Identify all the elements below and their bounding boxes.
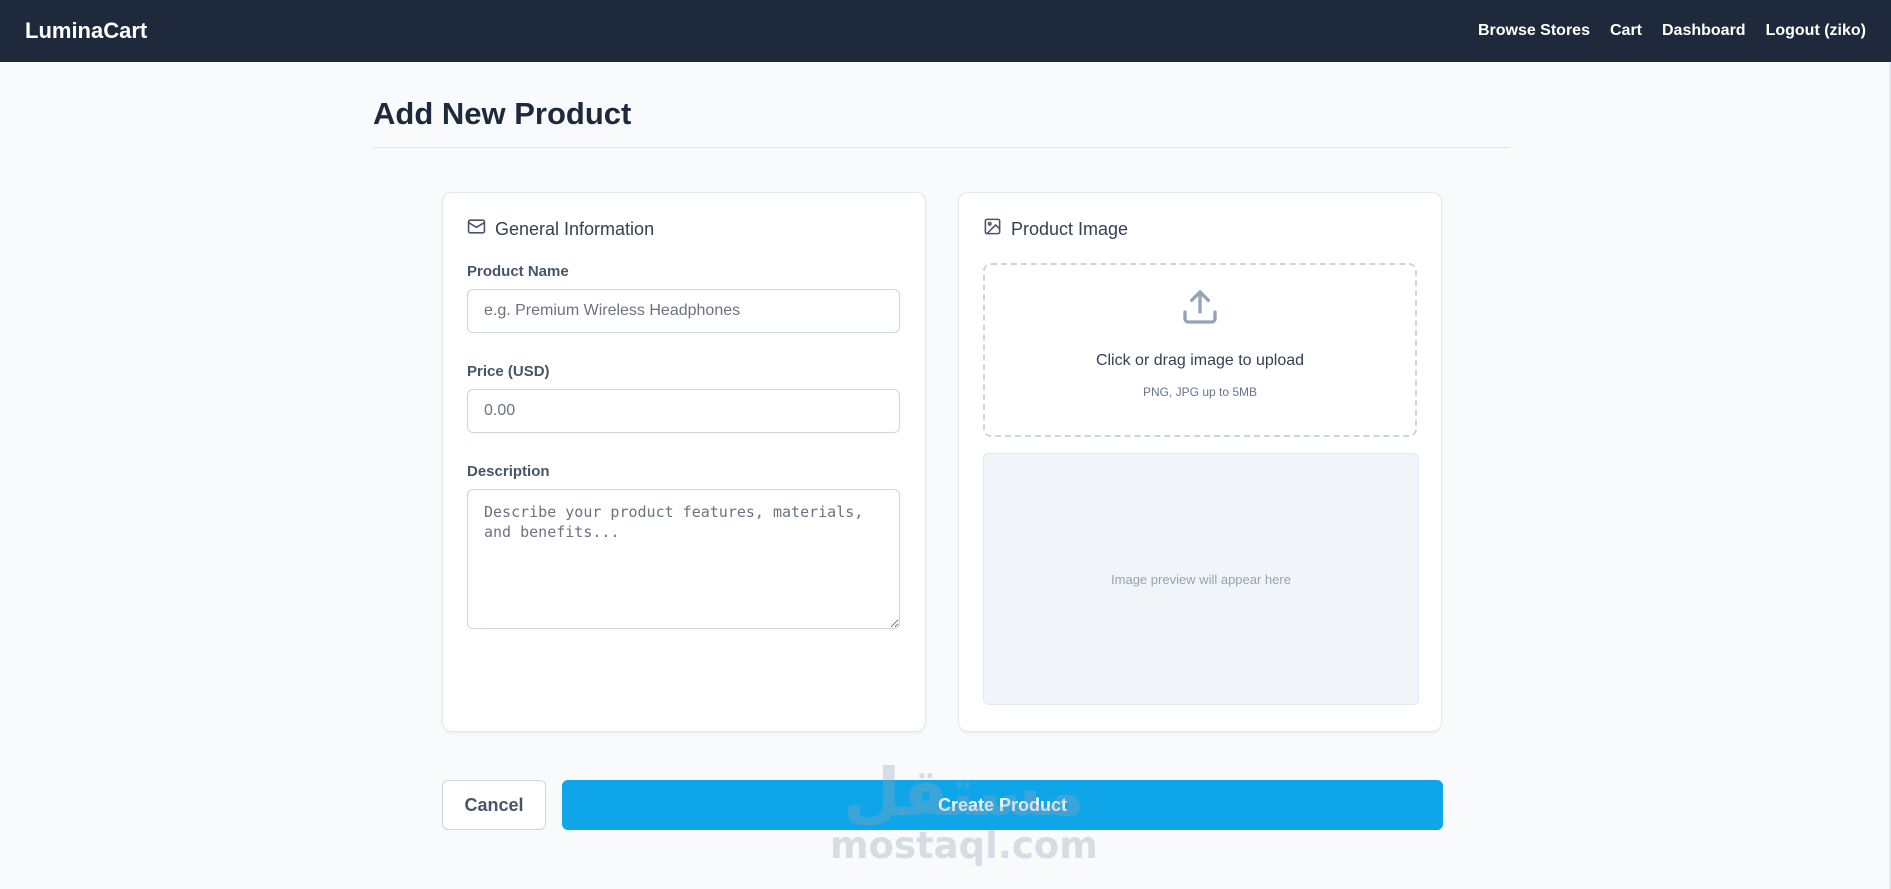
description-label: Description bbox=[467, 463, 550, 480]
cancel-button[interactable]: Cancel bbox=[442, 780, 546, 830]
image-preview: Image preview will appear here bbox=[983, 453, 1419, 705]
page-title: Add New Product bbox=[373, 98, 1510, 148]
description-textarea[interactable] bbox=[467, 489, 900, 629]
general-information-card: General Information Product Name Price (… bbox=[442, 192, 926, 732]
envelope-icon bbox=[467, 217, 486, 241]
image-upload-dropzone[interactable]: Click or drag image to upload PNG, JPG u… bbox=[983, 263, 1417, 437]
brand-logo[interactable]: LuminaCart bbox=[25, 18, 147, 44]
nav-dashboard-link[interactable]: Dashboard bbox=[1662, 22, 1746, 40]
general-information-title: General Information bbox=[495, 218, 655, 239]
product-name-input[interactable] bbox=[467, 289, 900, 333]
upload-hint: PNG, JPG up to 5MB bbox=[1142, 385, 1258, 399]
product-image-title: Product Image bbox=[1011, 218, 1129, 239]
form-cards: General Information Product Name Price (… bbox=[442, 192, 1442, 732]
nav-logout-link[interactable]: Logout (ziko) bbox=[1766, 22, 1866, 40]
form-actions: Cancel Create Product bbox=[442, 780, 1443, 830]
nav-links: Browse Stores Cart Dashboard Logout (zik… bbox=[1478, 22, 1866, 40]
top-navbar: LuminaCart Browse Stores Cart Dashboard … bbox=[0, 0, 1891, 62]
product-image-header: Product Image bbox=[983, 217, 1417, 241]
create-product-button[interactable]: Create Product bbox=[562, 780, 1443, 830]
nav-cart-link[interactable]: Cart bbox=[1610, 22, 1642, 40]
upload-instruction: Click or drag image to upload bbox=[1095, 352, 1305, 369]
product-image-card: Product Image Click or drag image to upl… bbox=[958, 192, 1442, 732]
general-information-header: General Information bbox=[467, 217, 901, 241]
image-preview-placeholder: Image preview will appear here bbox=[1111, 571, 1291, 587]
price-input[interactable] bbox=[467, 389, 900, 433]
nav-browse-stores-link[interactable]: Browse Stores bbox=[1478, 22, 1590, 40]
watermark-latin: mostaql.com bbox=[830, 824, 1098, 867]
upload-icon bbox=[1180, 287, 1220, 332]
product-name-label: Product Name bbox=[467, 263, 569, 280]
add-product-page: Add New Product General Information Prod… bbox=[373, 62, 1510, 830]
image-icon bbox=[983, 217, 1002, 241]
price-label: Price (USD) bbox=[467, 363, 550, 380]
